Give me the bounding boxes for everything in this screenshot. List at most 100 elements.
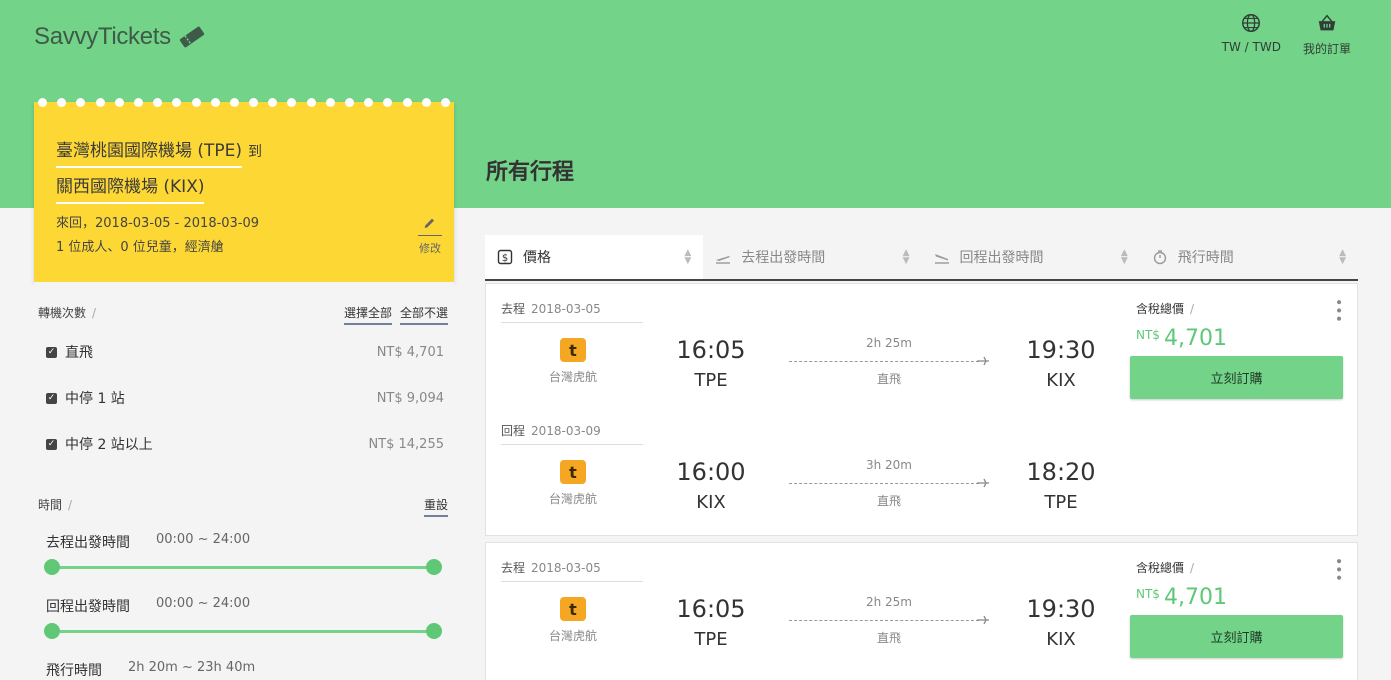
arrival-time: 18:20: [1026, 458, 1096, 486]
stops-option-two-plus[interactable]: ✓ 中停 2 站以上 NT$ 14,255: [46, 434, 444, 454]
arrival-airport-code: KIX: [1046, 370, 1076, 391]
more-options-icon[interactable]: •••: [1330, 298, 1346, 323]
stops-option-direct[interactable]: ✓ 直飛 NT$ 4,701: [46, 342, 444, 362]
trip-dates: 來回，2018-03-05 - 2018-03-09: [56, 216, 260, 231]
stops-filter-header: 轉機次數 / 選擇全部 全部不選: [38, 304, 448, 325]
brand-logo[interactable]: SavvyTickets: [34, 22, 207, 52]
departure-time: 16:05: [676, 336, 746, 364]
brand-name: SavvyTickets: [34, 23, 171, 50]
edit-search-button[interactable]: 修改: [418, 216, 442, 256]
slider-min-handle[interactable]: [44, 559, 60, 575]
sort-by-price[interactable]: $ 價格 ▲ ▼: [485, 235, 704, 279]
total-price-label: 含稅總價 /: [1136, 302, 1195, 316]
stops-option-label: 中停 1 站: [65, 391, 125, 407]
leg-type: 去程: [501, 561, 526, 575]
return-time-label: 回程出發時間: [46, 599, 130, 615]
origin-airport: 臺灣桃園國際機場 (TPE): [56, 136, 243, 168]
airline: t 台灣虎航: [546, 338, 600, 385]
my-orders-label: 我的訂單: [1302, 42, 1351, 56]
airline-name: 台灣虎航: [548, 370, 597, 384]
select-all-link[interactable]: 選擇全部: [343, 304, 392, 325]
stops-option-one-stop[interactable]: ✓ 中停 1 站 NT$ 9,094: [46, 388, 444, 408]
basket-icon: [1318, 14, 1336, 31]
sort-arrows-icon: ▲ ▼: [1120, 248, 1128, 266]
checkbox-direct[interactable]: ✓: [46, 346, 57, 358]
stops-text: 直飛: [876, 631, 901, 645]
return-time-filter: 回程出發時間 00:00 ~ 24:00: [46, 596, 250, 616]
plane-icon: [977, 356, 989, 366]
leg-type: 去程: [501, 302, 526, 316]
pencil-icon: [418, 218, 442, 236]
slider-track: [52, 566, 434, 569]
arrival-time: 19:30: [1026, 595, 1096, 623]
price-label: 含稅總價: [1136, 302, 1185, 316]
airline: t 台灣虎航: [546, 597, 600, 644]
departure-time: 16:05: [676, 595, 746, 623]
more-options-icon[interactable]: •••: [1330, 557, 1346, 582]
route-to-line: 關西國際機場 (KIX): [56, 172, 205, 204]
departure-airport-code: KIX: [696, 492, 726, 513]
checkbox-two-plus[interactable]: ✓: [46, 438, 57, 450]
arrival-airport-code: KIX: [1046, 629, 1076, 650]
inbound-leg: 回程 2018-03-09 t 台灣虎航 16:00 KIX 3h 20m 直飛 1…: [486, 422, 1126, 542]
leg-header: 去程 2018-03-05: [501, 559, 643, 582]
stops-option-label: 直飛: [65, 345, 93, 361]
depart-time-filter: 去程出發時間 00:00 ~ 24:00: [46, 532, 250, 552]
depart-time-slider[interactable]: [44, 559, 442, 575]
stops-filter-title: 轉機次數: [38, 306, 87, 320]
checkbox-one-stop[interactable]: ✓: [46, 392, 57, 404]
currency: NT$: [1136, 587, 1160, 601]
depart-time-label: 去程出發時間: [46, 535, 130, 551]
slider-min-handle[interactable]: [44, 623, 60, 639]
leg-date: 2018-03-09: [531, 424, 601, 438]
search-summary-ticket: 臺灣桃園國際機場 (TPE) 到 關西國際機場 (KIX) 來回，2018-03-…: [34, 98, 454, 282]
return-time-slider[interactable]: [44, 623, 442, 639]
stops-option-price: NT$ 4,701: [376, 344, 444, 360]
depart-time-range: 00:00 ~ 24:00: [156, 532, 251, 547]
my-orders-link[interactable]: 我的訂單: [1303, 12, 1351, 57]
sort-by-duration[interactable]: 飛行時間 ▲ ▼: [1140, 235, 1358, 279]
result-card: 去程 2018-03-05 t 台灣虎航 16:05 TPE 2h 25m 直飛 1…: [485, 542, 1358, 680]
sort-label: 回程出發時間: [959, 250, 1044, 266]
sort-bar: $ 價格 ▲ ▼ 去程出發時間 ▲ ▼ 回程出發時間 ▲ ▼ 飛行時間 ▲ ▼: [485, 235, 1358, 281]
currency: NT$: [1136, 328, 1160, 342]
tigerair-logo-icon: t: [560, 597, 586, 621]
sort-by-departure[interactable]: 去程出發時間 ▲ ▼: [703, 235, 921, 279]
edit-label: 修改: [419, 242, 441, 255]
airline-name: 台灣虎航: [548, 492, 597, 506]
ticket-icon: [179, 26, 204, 48]
departure-airport-code: TPE: [694, 370, 728, 391]
sort-by-return[interactable]: 回程出發時間 ▲ ▼: [922, 235, 1140, 279]
book-now-button[interactable]: 立刻訂購: [1130, 615, 1343, 658]
slider-max-handle[interactable]: [426, 559, 442, 575]
total-price-label: 含稅總價 /: [1136, 561, 1195, 575]
stops-option-price: NT$ 9,094: [376, 390, 444, 406]
destination-airport: 關西國際機場 (KIX): [56, 172, 205, 204]
price-amount: 4,701: [1163, 585, 1227, 610]
slider-track: [52, 630, 434, 633]
duration-label: 飛行時間: [46, 663, 102, 679]
reset-time-link[interactable]: 重設: [423, 496, 448, 517]
total-price: NT$ 4,701: [1136, 585, 1227, 610]
region-label: TW / TWD: [1221, 40, 1281, 54]
time-filter-title: 時間: [38, 498, 63, 512]
landing-icon: [934, 254, 949, 264]
leg-date: 2018-03-05: [531, 302, 601, 316]
page-title: 所有行程: [486, 160, 575, 185]
plane-icon: [977, 478, 989, 488]
leg-date: 2018-03-05: [531, 561, 601, 575]
sort-label: 價格: [523, 250, 551, 266]
duration-range: 2h 20m ~ 23h 40m: [128, 660, 256, 675]
region-selector[interactable]: TW / TWD: [1222, 12, 1281, 57]
stopwatch-icon: [1153, 250, 1166, 265]
sort-arrows-icon: ▲ ▼: [1339, 248, 1346, 266]
sort-arrows-icon: ▲ ▼: [684, 248, 692, 266]
globe-icon: [1242, 14, 1261, 32]
book-now-button[interactable]: 立刻訂購: [1130, 356, 1343, 399]
price-amount: 4,701: [1163, 326, 1227, 351]
sort-label: 去程出發時間: [741, 250, 826, 266]
slider-max-handle[interactable]: [426, 623, 442, 639]
flight-duration: 2h 25m: [865, 595, 912, 609]
ticket-perforation: [34, 98, 454, 108]
select-none-link[interactable]: 全部不選: [399, 304, 448, 325]
